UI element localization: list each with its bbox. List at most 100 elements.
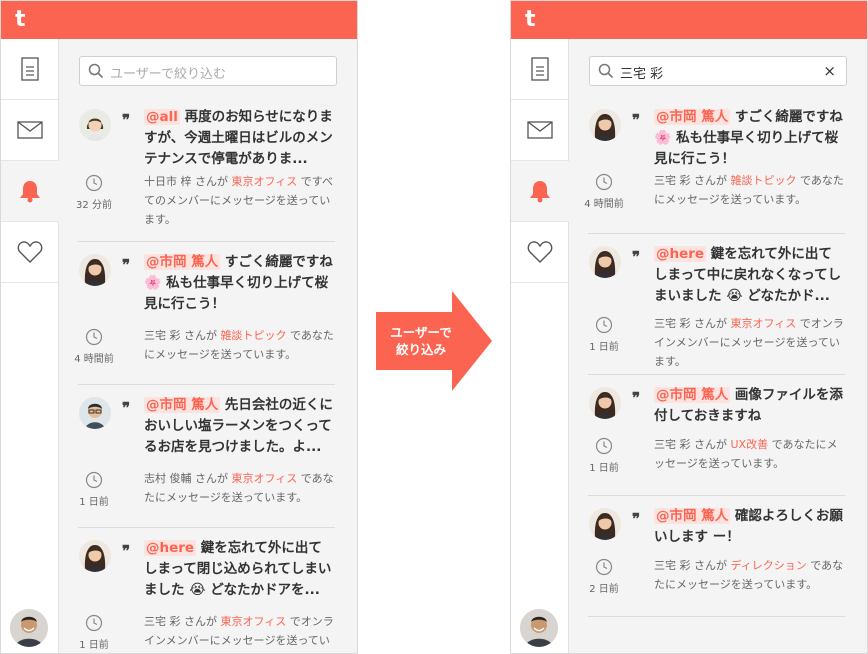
notification-meta: 三宅 彩 さんが 東京オフィス でオンラインメンバーにメッセージを送っています。 bbox=[144, 612, 335, 653]
meta-text: さんが bbox=[690, 559, 731, 572]
mention-tag: @here bbox=[144, 540, 197, 556]
mention-tag: @市岡 篤人 bbox=[144, 397, 221, 413]
notification-list: ❞ @all 再度のお知らせになりますが、今週土曜日はビルのメンテナンスで停電があ… bbox=[58, 97, 357, 653]
quote-icon: ❞ bbox=[122, 399, 131, 417]
timestamp: 4 時間前 bbox=[584, 199, 624, 210]
clock-icon bbox=[85, 328, 103, 346]
sidebar-item-notifications[interactable] bbox=[1, 161, 59, 222]
timestamp: 1 日前 bbox=[589, 342, 619, 353]
sender-name: 志村 俊輔 bbox=[144, 472, 192, 485]
timestamp: 2 日前 bbox=[589, 584, 619, 595]
sidebar-item-topics[interactable] bbox=[1, 39, 58, 100]
sidebar bbox=[511, 39, 569, 653]
room-link[interactable]: 東京オフィス bbox=[731, 317, 797, 330]
search-placeholder: ユーザーで絞り込む bbox=[110, 67, 226, 82]
clear-icon[interactable]: × bbox=[823, 62, 836, 80]
message-text: @市岡 篤人 画像ファイルを添付しておきますね bbox=[654, 385, 845, 427]
sender-name: 三宅 彩 bbox=[654, 174, 691, 187]
meta-text: さんが bbox=[180, 615, 221, 628]
notification-item[interactable]: ❞ @市岡 篤人 確認よろしくお願いします ー！ 2 日前 三宅 彩 さんが ディレク… bbox=[588, 496, 845, 617]
sidebar-item-favorites[interactable] bbox=[1, 222, 58, 283]
mail-icon bbox=[16, 121, 43, 139]
heart-icon bbox=[527, 241, 552, 263]
mention-tag: @here bbox=[654, 246, 707, 262]
message-body-cont: 私も仕事早く切り上げて桜見に行こう！ bbox=[654, 130, 839, 167]
app-window-after: t 三宅 彩 × ❞ @市岡 篤人 すごく綺麗ですね 🌸 私も仕事早く切り上げて… bbox=[510, 0, 868, 654]
room-link[interactable]: 雑談トピック bbox=[731, 174, 797, 187]
search-icon bbox=[88, 63, 104, 79]
notification-item[interactable]: ❞ @all 再度のお知らせになりますが、今週土曜日はビルのメンテナンスで停電があ… bbox=[76, 97, 335, 242]
notification-item[interactable]: ❞ @市岡 篤人 先日会社の近くにおいしい塩ラーメンをつくってるお店を見つけました… bbox=[78, 385, 335, 528]
notification-meta: 三宅 彩 さんが ディレクション であなたにメッセージを送っています。 bbox=[654, 556, 845, 594]
notification-item[interactable]: ❞ @here 鍵を忘れて外に出てしまって閉じ込められてしまいました 😭 どなたか… bbox=[78, 528, 335, 653]
quote-icon: ❞ bbox=[122, 542, 131, 560]
room-link[interactable]: 東京オフィス bbox=[232, 175, 298, 188]
message-text: @here 鍵を忘れて外に出てしまって閉じ込められてしまいました 😭 どなたかド… bbox=[144, 538, 335, 601]
notification-meta: 三宅 彩 さんが UX改善 であなたにメッセージを送っています。 bbox=[654, 435, 845, 473]
sender-avatar bbox=[79, 109, 111, 141]
app-logo: t bbox=[525, 7, 536, 32]
notification-pane: 三宅 彩 × ❞ @市岡 篤人 すごく綺麗ですね 🌸 私も仕事早く切り上げて桜見に… bbox=[568, 39, 867, 653]
sidebar-item-topics[interactable] bbox=[511, 39, 568, 100]
message-text: @all 再度のお知らせになりますが、今週土曜日はビルのメンテナンスで停電があり… bbox=[144, 107, 335, 170]
search-value: 三宅 彩 bbox=[620, 67, 664, 82]
notification-meta: 十日市 梓 さんが 東京オフィス ですべてのメンバーにメッセージを送っています。 bbox=[144, 172, 335, 229]
room-link[interactable]: 東京オフィス bbox=[221, 615, 287, 628]
notification-item[interactable]: ❞ @here 鍵を忘れて外に出てしまって中に戻れなくなってしまいました 😭 どな… bbox=[588, 234, 845, 375]
message-text: @市岡 篤人 先日会社の近くにおいしい塩ラーメンをつくってるお店を見つけました。… bbox=[144, 395, 335, 458]
top-bar: t bbox=[1, 1, 357, 39]
clock-icon bbox=[595, 173, 613, 191]
notification-item[interactable]: ❞ @市岡 篤人 画像ファイルを添付しておきますね 1 日前 三宅 彩 さんが UX改… bbox=[588, 375, 845, 496]
message-body: すごく綺麗ですね bbox=[730, 109, 843, 125]
notification-meta: 三宅 彩 さんが 東京オフィス でオンラインメンバーにメッセージを送っています。 bbox=[654, 314, 845, 371]
message-text: @here 鍵を忘れて外に出てしまって中に戻れなくなってしまいました 😭 どなた… bbox=[654, 244, 845, 307]
sender-name: 三宅 彩 bbox=[654, 317, 691, 330]
notification-item[interactable]: ❞ @市岡 篤人 すごく綺麗ですね 🌸 私も仕事早く切り上げて桜見に行こう！ 4 時… bbox=[74, 242, 335, 385]
room-link[interactable]: 東京オフィス bbox=[232, 472, 298, 485]
quote-icon: ❞ bbox=[122, 111, 131, 129]
sender-avatar bbox=[589, 109, 621, 141]
sender-name: 三宅 彩 bbox=[144, 329, 181, 342]
user-filter-input[interactable]: 三宅 彩 × bbox=[589, 56, 847, 86]
sidebar-item-messages[interactable] bbox=[511, 100, 568, 161]
sidebar-item-notifications[interactable] bbox=[511, 161, 569, 222]
emoji-icon: 😭 bbox=[189, 582, 206, 598]
bell-icon bbox=[529, 181, 550, 203]
room-link[interactable]: ディレクション bbox=[731, 559, 807, 572]
arrow-label-line1: ユーザーで bbox=[390, 325, 452, 340]
transition-arrow: ユーザーで 絞り込み bbox=[376, 291, 492, 395]
sender-avatar bbox=[589, 508, 621, 540]
notification-pane: ユーザーで絞り込む ❞ @all 再度のお知らせになりますが、今週土曜日はビルのメ… bbox=[58, 39, 357, 653]
user-filter-input[interactable]: ユーザーで絞り込む bbox=[79, 56, 337, 86]
app-window-before: t ユーザーで絞り込む ❞ @all 再度のお知らせになりますが、今週土曜日はビ… bbox=[0, 0, 358, 654]
clock-icon bbox=[85, 471, 103, 489]
timestamp: 1 日前 bbox=[589, 463, 619, 474]
sidebar-item-favorites[interactable] bbox=[511, 222, 568, 283]
mention-tag: @市岡 篤人 bbox=[144, 254, 221, 270]
clock-icon bbox=[595, 558, 613, 576]
app-logo: t bbox=[15, 7, 26, 32]
notification-item[interactable]: ❞ @市岡 篤人 すごく綺麗ですね 🌸 私も仕事早く切り上げて桜見に行こう！ 4 時… bbox=[584, 97, 845, 234]
meta-text: さんが bbox=[690, 317, 731, 330]
sidebar-item-messages[interactable] bbox=[1, 100, 58, 161]
clock-icon bbox=[595, 316, 613, 334]
bell-icon bbox=[19, 181, 40, 203]
room-link[interactable]: 雑談トピック bbox=[221, 329, 287, 342]
message-body-cont: どなたかド... bbox=[742, 288, 830, 304]
sender-avatar bbox=[589, 246, 621, 278]
meta-text: さんが bbox=[191, 472, 232, 485]
room-link[interactable]: UX改善 bbox=[731, 438, 769, 451]
emoji-icon: 🌸 bbox=[144, 275, 162, 291]
arrow-label-line2: 絞り込み bbox=[395, 342, 446, 357]
sender-name: 三宅 彩 bbox=[654, 438, 691, 451]
notification-meta: 志村 俊輔 さんが 東京オフィス であなたにメッセージを送っています。 bbox=[144, 469, 335, 507]
sender-name: 三宅 彩 bbox=[144, 615, 181, 628]
message-body: すごく綺麗ですね bbox=[220, 254, 333, 270]
timestamp: 32 分前 bbox=[76, 200, 112, 211]
user-avatar[interactable] bbox=[520, 609, 558, 647]
message-text: @市岡 篤人 すごく綺麗ですね 🌸 私も仕事早く切り上げて桜見に行こう！ bbox=[654, 107, 845, 170]
sender-name: 三宅 彩 bbox=[654, 559, 691, 572]
user-avatar[interactable] bbox=[10, 609, 48, 647]
sender-name: 十日市 梓 bbox=[144, 175, 192, 188]
message-body-cont: 私も仕事早く切り上げて桜見に行こう！ bbox=[144, 275, 329, 312]
